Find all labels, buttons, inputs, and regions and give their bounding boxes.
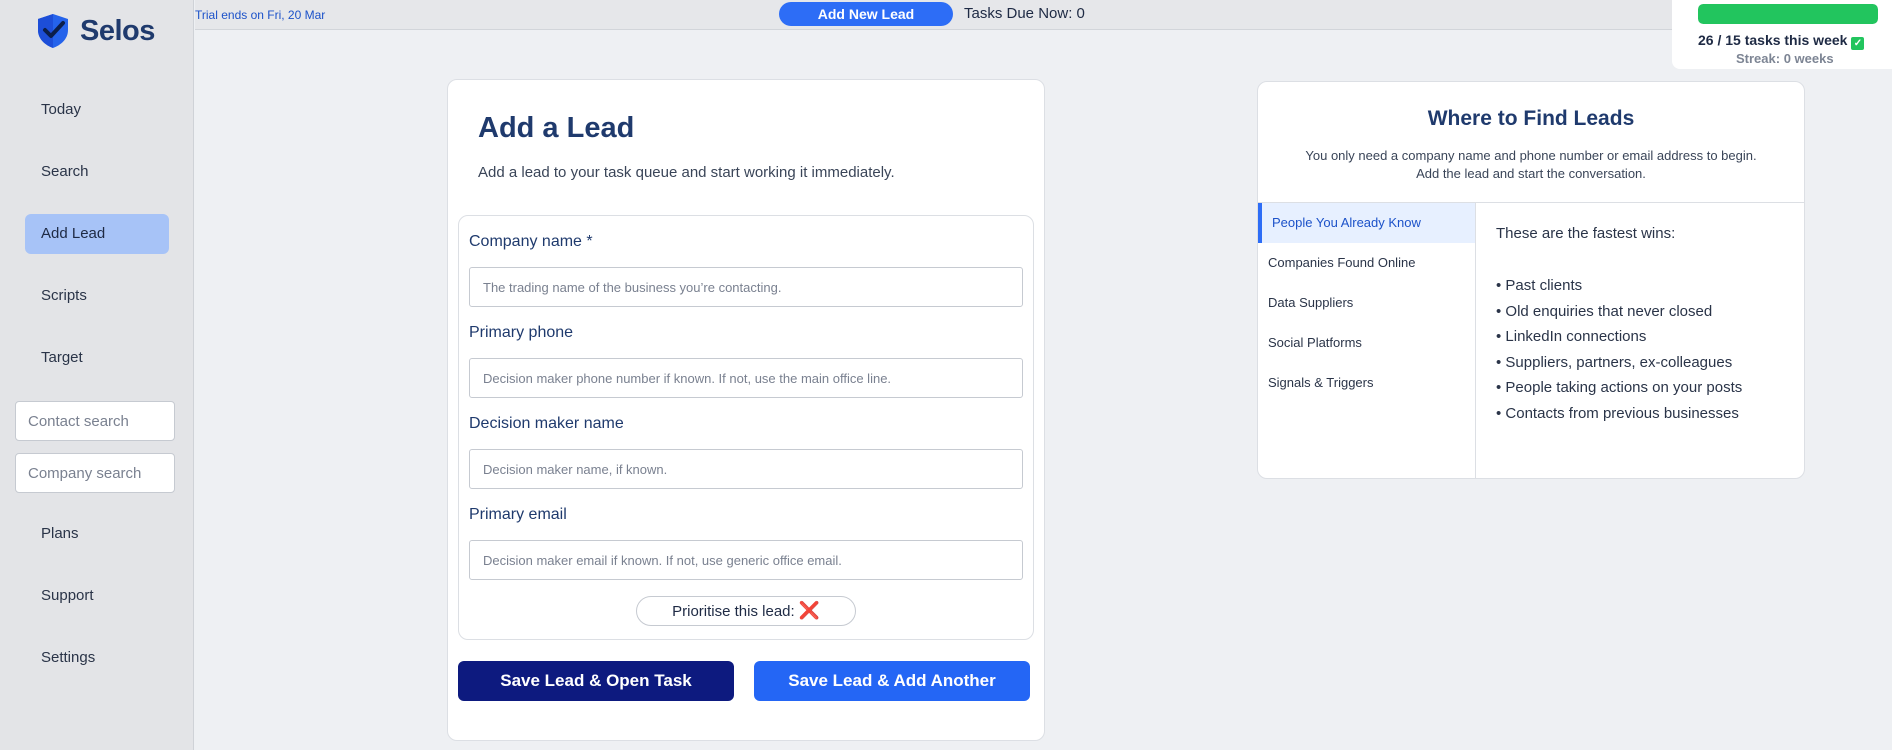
weekly-progress-label: 26 / 15 tasks this week ✓	[1698, 32, 1865, 50]
wins-list: • Past clients • Old enquiries that neve…	[1496, 273, 1742, 426]
list-item: • Suppliers, partners, ex-colleagues	[1496, 353, 1733, 371]
info-subtitle-line-2: Add the lead and start the conversation.	[1416, 166, 1646, 181]
tab-content-heading: These are the fastest wins:	[1496, 225, 1676, 242]
streak-label: Streak: 0 weeks	[1736, 51, 1834, 66]
sidebar: Selos Today Search Add Lead Scripts Targ…	[0, 0, 194, 750]
tab-content: These are the fastest wins: • Past clien…	[1496, 225, 1742, 426]
where-to-find-leads-card: Where to Find Leads You only need a comp…	[1257, 81, 1805, 479]
cross-icon: ❌	[798, 601, 820, 620]
save-add-another-button[interactable]: Save Lead & Add Another	[754, 661, 1030, 701]
company-name-input[interactable]	[469, 267, 1023, 307]
app-name: Selos	[80, 14, 155, 47]
add-new-lead-button[interactable]: Add New Lead	[779, 2, 953, 26]
tasks-due-status: Tasks Due Now: 0	[964, 5, 1085, 22]
prioritise-toggle[interactable]: Prioritise this lead: ❌	[636, 596, 856, 626]
primary-phone-label: Primary phone	[469, 324, 574, 341]
tab-social-platforms[interactable]: Social Platforms	[1258, 323, 1475, 363]
primary-email-label: Primary email	[469, 506, 567, 523]
trial-notice[interactable]: Trial ends on Fri, 20 Mar	[195, 8, 325, 22]
contact-search-input[interactable]	[15, 401, 175, 441]
list-item: • LinkedIn connections	[1496, 328, 1647, 345]
sidebar-item-plans[interactable]: Plans	[25, 514, 169, 554]
page-title: Add a Lead	[478, 112, 635, 144]
list-item: • People taking actions on your posts	[1496, 379, 1743, 396]
tab-people-you-already-know[interactable]: People You Already Know	[1258, 203, 1475, 243]
sidebar-item-settings[interactable]: Settings	[25, 638, 169, 678]
list-item: • Old enquiries that never closed	[1496, 302, 1713, 320]
lead-form: Company name * Primary phone Decision ma…	[458, 215, 1034, 640]
list-item: • Contacts from previous businesses	[1496, 404, 1739, 422]
lead-source-tabs: People You Already Know Companies Found …	[1258, 203, 1476, 478]
check-icon: ✓	[1851, 37, 1865, 50]
prioritise-label: Prioritise this lead:	[672, 603, 795, 620]
sidebar-item-today[interactable]: Today	[25, 90, 169, 130]
decision-maker-name-input[interactable]	[469, 449, 1023, 489]
sidebar-item-add-lead[interactable]: Add Lead	[25, 214, 169, 254]
tab-companies-found-online[interactable]: Companies Found Online	[1258, 243, 1475, 283]
info-subtitle-line-1: You only need a company name and phone n…	[1305, 148, 1757, 163]
sidebar-item-target[interactable]: Target	[25, 338, 169, 378]
logo[interactable]: Selos	[34, 12, 155, 50]
weekly-progress-text: 26 / 15 tasks this week	[1698, 32, 1848, 48]
company-search-input[interactable]	[15, 453, 175, 493]
info-subtitle: You only need a company name and phone n…	[1258, 147, 1804, 183]
list-item: • Past clients	[1496, 277, 1583, 294]
tab-signals-triggers[interactable]: Signals & Triggers	[1258, 363, 1475, 403]
shield-check-icon	[38, 14, 68, 48]
company-name-label: Company name *	[469, 233, 593, 250]
info-title: Where to Find Leads	[1427, 107, 1635, 130]
weekly-progress-bar	[1698, 4, 1878, 24]
weekly-progress-fill	[1698, 4, 1878, 24]
primary-email-input[interactable]	[469, 540, 1023, 580]
tab-data-suppliers[interactable]: Data Suppliers	[1258, 283, 1475, 323]
page-description: Add a lead to your task queue and start …	[478, 164, 895, 181]
save-open-task-button[interactable]: Save Lead & Open Task	[458, 661, 734, 701]
sidebar-item-search[interactable]: Search	[25, 152, 169, 192]
add-lead-card: Add a Lead Add a lead to your task queue…	[447, 79, 1045, 741]
sidebar-item-scripts[interactable]: Scripts	[25, 276, 169, 316]
decision-maker-name-label: Decision maker name	[469, 415, 624, 432]
weekly-progress-card: 26 / 15 tasks this week ✓ Streak: 0 weeks	[1672, 0, 1892, 69]
primary-phone-input[interactable]	[469, 358, 1023, 398]
sidebar-item-support[interactable]: Support	[25, 576, 169, 616]
